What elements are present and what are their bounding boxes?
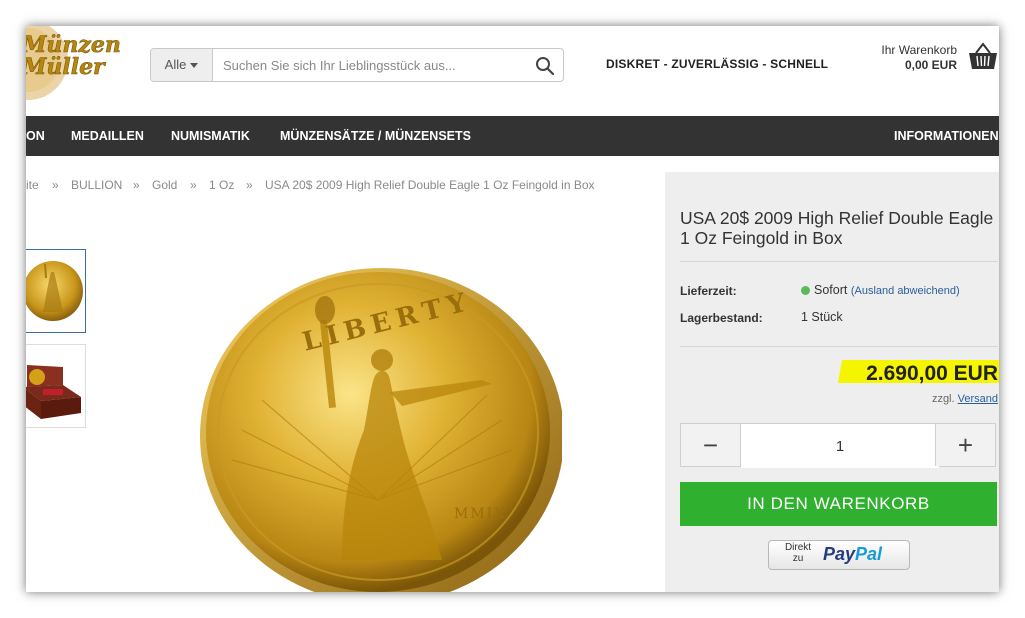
breadcrumb-item-current: USA 20$ 2009 High Relief Double Eagle 1 … bbox=[265, 178, 595, 192]
breadcrumb-separator: » bbox=[246, 178, 253, 192]
shipping-link[interactable]: Versand bbox=[958, 393, 998, 405]
caret-down-icon bbox=[190, 63, 199, 69]
nav-item-informationen[interactable]: INFORMATIONEN bbox=[894, 116, 999, 156]
search-icon[interactable] bbox=[535, 56, 555, 76]
breadcrumb-separator: » bbox=[52, 178, 59, 192]
quantity-decrease-button[interactable]: − bbox=[681, 424, 741, 466]
search-bar: Alle bbox=[150, 48, 564, 82]
breadcrumb-item-gold[interactable]: Gold bbox=[152, 178, 177, 192]
paypal-express-button[interactable]: Direkt zu PayPal bbox=[768, 540, 910, 570]
coin-thumbnail-image bbox=[26, 261, 83, 321]
divider bbox=[680, 261, 998, 262]
shipping-prefix: zzgl. bbox=[931, 393, 955, 405]
category-select-label: Alle bbox=[164, 57, 187, 72]
logo-text-line2: Müller bbox=[26, 54, 106, 80]
price-text: 2.690,00 EUR bbox=[866, 362, 998, 385]
cart-label: Ihr Warenkorb bbox=[881, 43, 957, 57]
nav-item-bullion[interactable]: ON bbox=[26, 116, 45, 156]
site-logo[interactable]: Münzen Müller bbox=[26, 26, 138, 104]
nav-item-muenzensaetze[interactable]: MÜNZENSÄTZE / MÜNZENSETS bbox=[280, 116, 471, 156]
breadcrumb-separator: » bbox=[190, 178, 197, 192]
paypal-logo-pal: Pal bbox=[855, 544, 883, 564]
stock-value: 1 Stück bbox=[801, 310, 843, 324]
breadcrumb-item-1oz[interactable]: 1 Oz bbox=[209, 178, 234, 192]
paypal-logo: PayPal bbox=[823, 544, 882, 565]
delivery-status-text: Sofort bbox=[814, 283, 848, 297]
category-select[interactable]: Alle bbox=[151, 49, 213, 81]
breadcrumb-item-bullion[interactable]: BULLION bbox=[71, 178, 122, 192]
quantity-input[interactable] bbox=[741, 424, 939, 468]
shipping-note: zzgl. Versand bbox=[932, 393, 998, 405]
thumbnail-box[interactable] bbox=[26, 344, 86, 428]
delivery-label: Lieferzeit: bbox=[680, 284, 737, 298]
breadcrumb-separator: » bbox=[133, 178, 140, 192]
quantity-increase-button[interactable]: + bbox=[935, 424, 995, 466]
product-title: USA 20$ 2009 High Relief Double Eagle 1 … bbox=[680, 208, 994, 248]
product-main-image[interactable]: LIBERTY MMIX bbox=[192, 260, 562, 592]
add-to-cart-button[interactable]: IN DEN WARENKORB bbox=[680, 482, 997, 526]
thumbnail-coin[interactable] bbox=[26, 249, 86, 333]
paypal-logo-pay: Pay bbox=[823, 544, 856, 564]
coin-year-text: MMIX bbox=[454, 506, 506, 522]
basket-icon[interactable] bbox=[967, 40, 999, 72]
delivery-value: Sofort (Ausland abweichend) bbox=[801, 283, 960, 297]
nav-item-numismatik[interactable]: NUMISMATIK bbox=[171, 116, 250, 156]
product-buy-box: USA 20$ 2009 High Relief Double Eagle 1 … bbox=[665, 172, 999, 592]
paypal-zu-text: zu bbox=[792, 553, 804, 564]
shop-tagline: DISKRET - ZUVERLÄSSIG - SCHNELL bbox=[606, 57, 829, 71]
search-input[interactable] bbox=[213, 50, 533, 80]
main-nav: ON MEDAILLEN NUMISMATIK MÜNZENSÄTZE / MÜ… bbox=[26, 116, 999, 156]
browser-frame: Münzen Müller Alle DISKRET - ZUVERLÄSSIG… bbox=[26, 26, 999, 592]
available-status-icon bbox=[801, 286, 810, 295]
box-thumbnail-image bbox=[26, 365, 81, 419]
quantity-stepper: − + bbox=[680, 423, 996, 468]
cart-amount: 0,00 EUR bbox=[904, 58, 957, 72]
stock-label: Lagerbestand: bbox=[680, 311, 763, 325]
product-price: 2.690,00 EUR bbox=[838, 360, 999, 386]
divider bbox=[680, 346, 998, 347]
paypal-direkt-label: Direkt zu bbox=[782, 542, 814, 564]
delivery-abroad-link[interactable]: (Ausland abweichend) bbox=[851, 285, 960, 297]
cart-summary[interactable]: Ihr Warenkorb 0,00 EUR bbox=[881, 43, 957, 73]
paypal-direkt-text: Direkt bbox=[784, 542, 812, 553]
nav-item-medaillen[interactable]: MEDAILLEN bbox=[71, 116, 144, 156]
breadcrumb-item-home[interactable]: ite bbox=[26, 178, 39, 192]
